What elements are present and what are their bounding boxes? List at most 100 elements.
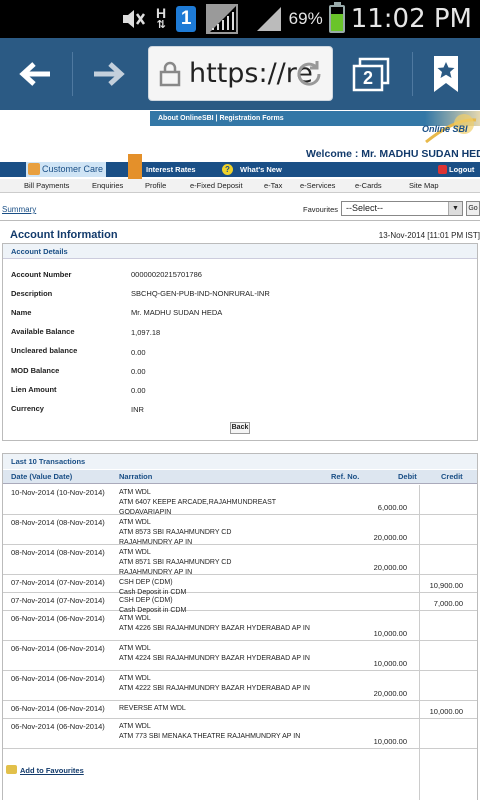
status-bar: H ⇅ 1 69% 11:02 PM bbox=[0, 0, 480, 38]
favourites-selected: --Select-- bbox=[346, 203, 384, 213]
row-date: 06-Nov-2014 (06-Nov-2014) bbox=[11, 644, 105, 653]
info-icon: ? bbox=[222, 164, 233, 175]
dropdown-arrow-icon: ▼ bbox=[448, 202, 462, 215]
back-button-page[interactable]: Back bbox=[230, 422, 250, 434]
row-debit: 20,000.00 bbox=[373, 563, 407, 572]
row-debit: 10,000.00 bbox=[373, 737, 407, 746]
account-details-box: Account Details Account Number 000000202… bbox=[2, 243, 478, 441]
favourites-icon bbox=[6, 765, 17, 774]
field-label: MOD Balance bbox=[11, 366, 60, 375]
row-date: 10-Nov-2014 (10-Nov-2014) bbox=[11, 488, 105, 497]
row-debit: 20,000.00 bbox=[373, 533, 407, 542]
row-debit: 10,000.00 bbox=[373, 629, 407, 638]
menu-bill-payments[interactable]: Bill Payments bbox=[24, 181, 69, 190]
menu-enquiries[interactable]: Enquiries bbox=[92, 181, 123, 190]
network-type: H ⇅ bbox=[156, 5, 167, 31]
table-row: 06-Nov-2014 (06-Nov-2014) ATM WDL ATM 422… bbox=[3, 641, 477, 671]
whats-new-link[interactable]: What's New bbox=[240, 162, 282, 177]
table-row: 08-Nov-2014 (08-Nov-2014) ATM WDL ATM 857… bbox=[3, 515, 477, 546]
row-date: 08-Nov-2014 (08-Nov-2014) bbox=[11, 518, 105, 527]
favourites-label: Favourites bbox=[303, 205, 339, 214]
field-value: 0.00 bbox=[131, 348, 146, 357]
field-value: 00000020215701786 bbox=[131, 270, 202, 279]
browser-toolbar: https://re 2 bbox=[0, 38, 480, 110]
row-narration: ATM WDL ATM 4222 SBI RAJAHMUNDRY BAZAR H… bbox=[119, 675, 310, 692]
table-row: 06-Nov-2014 (06-Nov-2014) ATM WDL ATM 422… bbox=[3, 671, 477, 701]
row-date: 06-Nov-2014 (06-Nov-2014) bbox=[11, 704, 105, 713]
table-row: 06-Nov-2014 (06-Nov-2014) REVERSE ATM WDL… bbox=[3, 701, 477, 719]
field-value: 1,097.18 bbox=[131, 328, 161, 337]
interest-rates-link[interactable]: Interest Rates bbox=[146, 162, 196, 177]
row-narration: ATM WDL ATM 4224 SBI RAJAHMUNDRY BAZAR H… bbox=[119, 645, 310, 662]
row-narration: REVERSE ATM WDL bbox=[119, 705, 186, 712]
field-label: Account Number bbox=[11, 270, 72, 279]
row-debit: 10,000.00 bbox=[373, 659, 407, 668]
row-narration: ATM WDL ATM 8571 SBI RAJAHMUNDRY CD RAJA… bbox=[119, 549, 232, 576]
battery-icon bbox=[328, 2, 345, 33]
row-date: 07-Nov-2014 (07-Nov-2014) bbox=[11, 578, 105, 587]
menu-e-tax[interactable]: e-Tax bbox=[264, 181, 282, 190]
row-credit: 10,000.00 bbox=[429, 707, 463, 716]
customer-care-icon bbox=[28, 163, 40, 175]
notification-badge: 1 bbox=[176, 6, 197, 32]
top-links-text[interactable]: About OnlineSBI | Registration Forms bbox=[158, 115, 284, 122]
transactions-box: Last 10 Transactions Date (Value Date) N… bbox=[2, 453, 478, 800]
transactions-header-row: Date (Value Date) Narration Ref. No. Deb… bbox=[3, 470, 477, 484]
account-info-title: Account Information bbox=[10, 229, 118, 241]
url-bar[interactable]: https://re bbox=[148, 46, 333, 101]
favourites-select[interactable]: --Select-- ▼ bbox=[341, 201, 463, 216]
sbi-logo: Online SBI bbox=[416, 110, 478, 150]
menu-e-services[interactable]: e-Services bbox=[300, 181, 335, 190]
row-date: 06-Nov-2014 (06-Nov-2014) bbox=[11, 722, 105, 731]
account-info-datetime: 13-Nov-2014 [11:01 PM IST] bbox=[378, 231, 480, 240]
field-label: Uncleared balance bbox=[11, 346, 78, 355]
row-credit: 10,900.00 bbox=[429, 581, 463, 590]
row-narration: ATM WDL ATM 773 SBI MENAKA THEATRE RAJAH… bbox=[119, 723, 301, 740]
go-button[interactable]: Go bbox=[466, 201, 480, 216]
field-value: INR bbox=[131, 405, 144, 414]
col-credit: Credit bbox=[441, 472, 463, 481]
field-label: Name bbox=[11, 308, 32, 317]
clock: 11:02 PM bbox=[350, 4, 472, 34]
customer-care-link[interactable]: Customer Care bbox=[26, 162, 106, 177]
logo-text: Online SBI bbox=[422, 124, 468, 134]
tabs-button[interactable]: 2 bbox=[344, 38, 398, 110]
row-debit: 6,000.00 bbox=[377, 503, 407, 512]
table-row: 06-Nov-2014 (06-Nov-2014) ATM WDL ATM 773… bbox=[3, 719, 477, 749]
col-narration: Narration bbox=[119, 472, 153, 481]
row-narration: ATM WDL ATM 6407 KEEPE ARCADE,RAJAHMUNDR… bbox=[119, 489, 276, 516]
signal-strength-icon bbox=[256, 7, 281, 31]
logout-link[interactable]: Logout bbox=[449, 162, 474, 177]
menu-profile[interactable]: Profile bbox=[145, 181, 166, 190]
customer-care-label: Customer Care bbox=[42, 164, 104, 174]
forward-button[interactable] bbox=[74, 38, 144, 110]
field-label: Currency bbox=[11, 404, 44, 413]
add-to-favourites-link[interactable]: Add to Favourites bbox=[6, 765, 84, 775]
row-debit: 20,000.00 bbox=[373, 689, 407, 698]
signal-icon bbox=[206, 4, 239, 34]
row-narration: ATM WDL ATM 4226 SBI RAJAHMUNDRY BAZAR H… bbox=[119, 615, 310, 632]
refresh-icon[interactable] bbox=[294, 59, 324, 89]
menu-e-fixed-deposit[interactable]: e-Fixed Deposit bbox=[190, 181, 243, 190]
table-row: 07-Nov-2014 (07-Nov-2014) CSH DEP (CDM) C… bbox=[3, 575, 477, 596]
main-menu: Bill Payments Enquiries Profile e-Fixed … bbox=[0, 179, 480, 193]
field-label: Available Balance bbox=[11, 327, 75, 336]
row-date: 07-Nov-2014 (07-Nov-2014) bbox=[11, 596, 105, 605]
menu-e-cards[interactable]: e-Cards bbox=[355, 181, 382, 190]
summary-link[interactable]: Summary bbox=[2, 205, 36, 214]
field-value: SBCHQ-GEN-PUB-IND-NONRURAL-INR bbox=[131, 289, 270, 298]
col-ref: Ref. No. bbox=[331, 472, 360, 481]
menu-site-map[interactable]: Site Map bbox=[409, 181, 439, 190]
arrow-left-icon bbox=[19, 62, 50, 86]
notification-icons: H ⇅ 1 bbox=[120, 4, 239, 34]
field-value: Mr. MADHU SUDAN HEDA bbox=[131, 308, 223, 317]
bookmark-button[interactable] bbox=[418, 38, 474, 110]
table-row: 06-Nov-2014 (06-Nov-2014) ATM WDL ATM 422… bbox=[3, 611, 477, 641]
row-credit: 7,000.00 bbox=[433, 599, 463, 608]
transactions-heading: Last 10 Transactions bbox=[3, 454, 477, 469]
field-value: 0.00 bbox=[131, 367, 146, 376]
field-label: Description bbox=[11, 289, 53, 298]
add-favourites-label: Add to Favourites bbox=[20, 766, 84, 775]
col-debit: Debit bbox=[398, 472, 417, 481]
back-button[interactable] bbox=[0, 38, 70, 110]
